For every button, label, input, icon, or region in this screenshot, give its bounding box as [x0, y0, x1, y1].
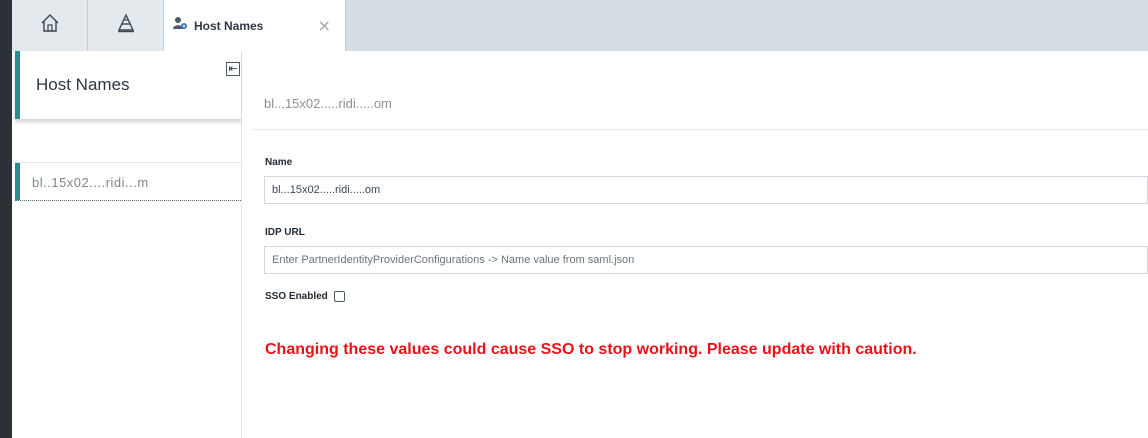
asset-hierarchy-icon: [116, 13, 136, 38]
list-item[interactable]: bl..15x02....ridi...m: [15, 163, 241, 201]
home-icon: [40, 13, 60, 38]
name-field-label: Name: [265, 157, 293, 168]
sso-enabled-row: SSO Enabled: [265, 291, 345, 302]
sso-enabled-label: SSO Enabled: [265, 291, 328, 302]
close-icon[interactable]: ×: [318, 16, 331, 35]
host-names-icon: [172, 16, 188, 35]
tab-label: Host Names: [194, 18, 264, 33]
tab-asset-hierarchy[interactable]: [88, 0, 164, 51]
list-item-label: bl..15x02....ridi...m: [32, 175, 149, 190]
warning-message: Changing these values could cause SSO to…: [265, 341, 917, 358]
sidebar-header: Host Names ⇤: [15, 51, 241, 119]
idp-url-field-label: IDP URL: [265, 227, 305, 238]
blurred-text: bl..15x02....ridi...m: [32, 175, 149, 190]
sidebar: Host Names ⇤ bl..15x02....ridi...m: [15, 51, 242, 438]
tab-home[interactable]: [12, 0, 88, 51]
record-panel: bl...15x02.....ridi.....om Name bl...15x…: [242, 51, 1148, 438]
idp-url-field[interactable]: Enter PartnerIdentityProviderConfigurati…: [264, 246, 1148, 274]
sso-enabled-checkbox[interactable]: [333, 291, 345, 302]
tab-bar: Host Names ×: [12, 0, 1148, 51]
name-field[interactable]: bl...15x02.....ridi.....om: [264, 176, 1148, 204]
collapse-sidebar-icon[interactable]: ⇤: [226, 62, 240, 76]
record-title: bl...15x02.....ridi.....om: [264, 96, 392, 111]
sidebar-title: Host Names: [36, 75, 130, 94]
tab-host-names[interactable]: Host Names ×: [164, 0, 346, 51]
record-divider: [252, 129, 1148, 130]
left-rail: [0, 0, 12, 438]
